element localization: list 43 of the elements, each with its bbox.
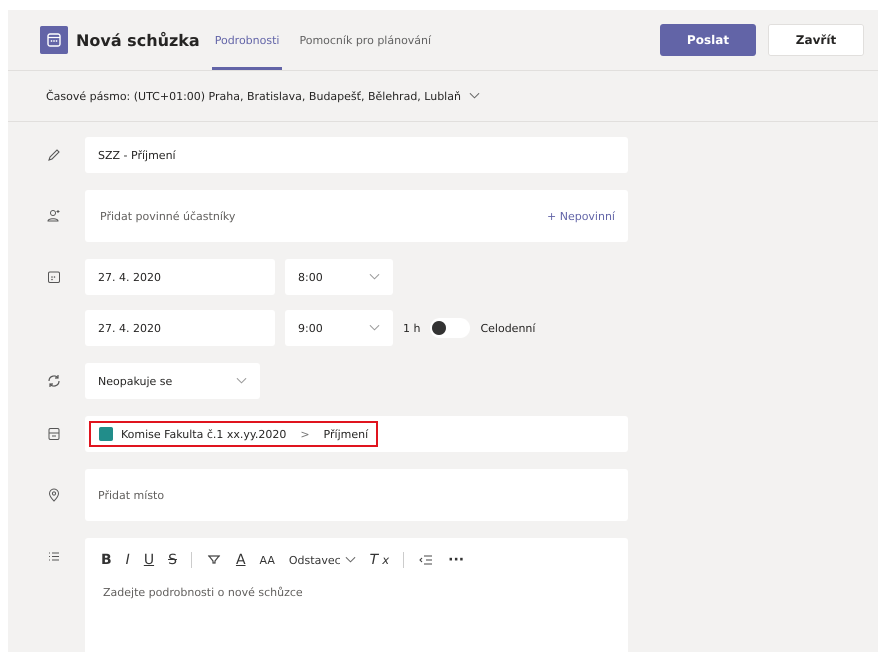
close-button[interactable]: Zavřít [768,24,864,56]
end-date-field[interactable]: 27. 4. 2020 [85,310,275,346]
calendar-icon [40,26,68,54]
channel-name: Příjmení [324,428,368,440]
timezone-dropdown[interactable]: Časové pásmo: (UTC+01:00) Praha, Bratislava, Budapešť, Bělehrad, Lublaň [46,90,461,102]
paragraph-dropdown[interactable]: Odstavec [288,554,356,566]
calendar-icon [46,269,62,285]
channel-icon [46,426,62,442]
chevron-down-icon [369,324,380,332]
send-button[interactable]: Poslat [660,24,756,56]
format-button[interactable]: A [236,552,246,568]
location-pin-icon [46,487,62,503]
channel-field[interactable]: Komise Fakulta č.1 xx.yy.2020 > Příjmení [85,416,628,452]
all-day-label: Celodenní [480,322,536,334]
tab[interactable]: Podrobnosti [212,10,282,70]
team-icon [99,427,113,441]
chevron-down-icon [236,377,247,385]
chevron-down-icon [369,273,380,281]
team-name: Komise Fakulta č.1 xx.yy.2020 [121,428,286,440]
tab[interactable]: Pomocník pro plánování [296,10,434,70]
end-time-dropdown[interactable]: 9:00 [285,310,393,346]
format-button[interactable]: I [126,552,130,568]
chevron-down-icon [344,556,356,564]
format-button[interactable]: S [168,552,177,568]
attendees-field[interactable]: Přidat povinné účastníky + Nepovinní [85,190,628,242]
start-time-dropdown[interactable]: 8:00 [285,259,393,295]
repeat-dropdown[interactable]: Neopakuje se [85,363,260,399]
location-field[interactable]: Přidat místo [85,469,628,521]
title-field[interactable]: SZZ - Příjmení [85,137,628,173]
add-person-icon [46,208,62,224]
duration-label: 1 h [403,322,420,334]
format-button[interactable]: U [144,552,154,568]
chevron-down-icon[interactable] [468,92,480,100]
format-button[interactable]: B [101,552,112,568]
all-day-toggle[interactable] [430,318,470,338]
separator: > [300,428,310,440]
format-button[interactable]: ··· [448,552,464,568]
optional-attendees-link[interactable]: + Nepovinní [547,210,615,222]
repeat-icon [46,373,62,389]
start-date-field[interactable]: 27. 4. 2020 [85,259,275,295]
format-button[interactable]: AA [260,554,275,566]
window-title: Nová schůzka [76,30,200,50]
pencil-icon [46,147,62,163]
